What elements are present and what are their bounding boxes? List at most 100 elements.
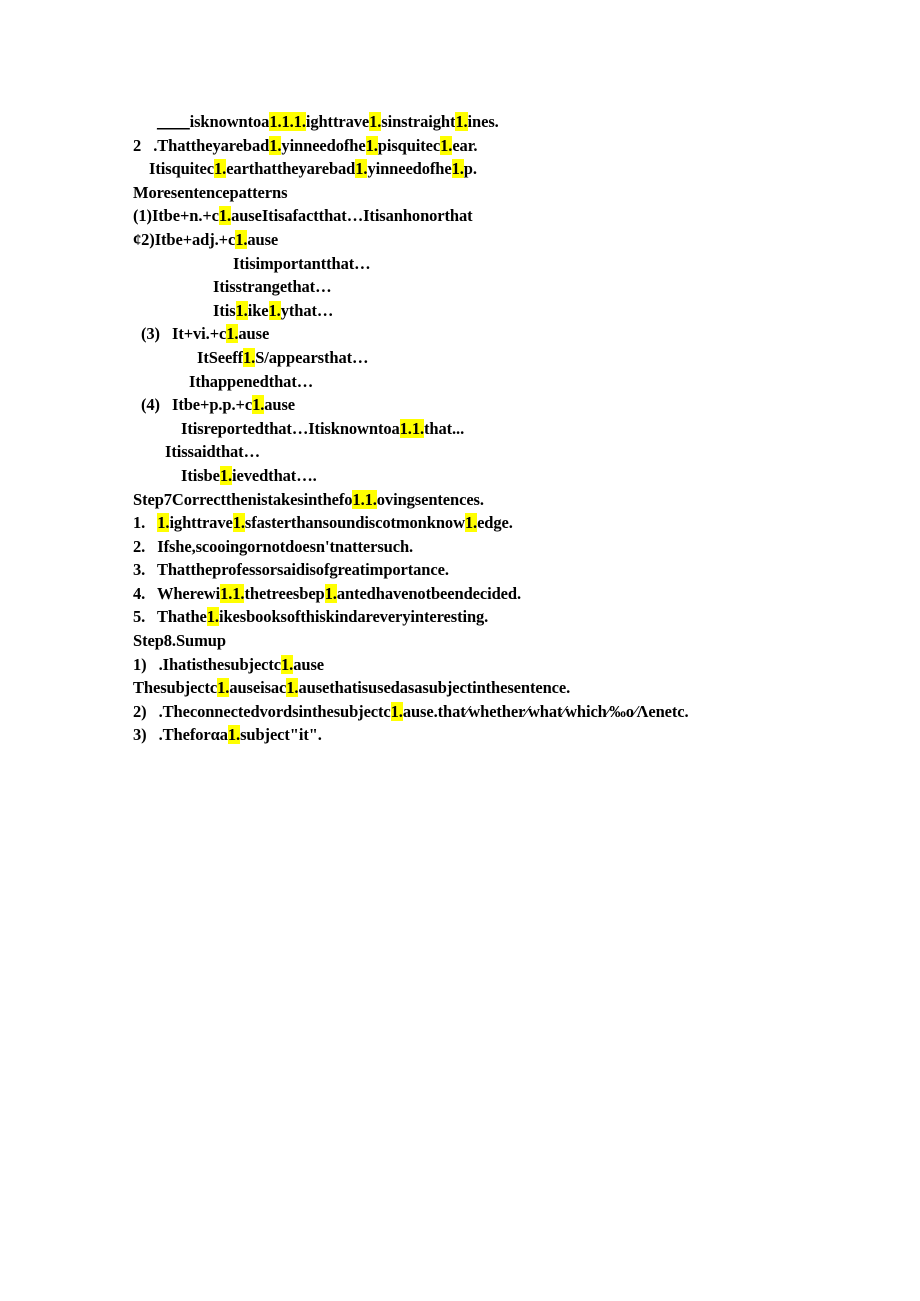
highlighted-text: 1.: [455, 112, 468, 131]
text-line: 5. Thathe1.ikesbooksofthiskindareveryint…: [133, 605, 833, 629]
highlighted-text: 1.: [232, 513, 245, 533]
text-run: Itis: [213, 300, 236, 320]
text-run: Itisimportantthat…: [233, 253, 371, 273]
text-run: yinneedofhe: [367, 159, 452, 179]
text-run: 3) .Theforαa: [133, 725, 228, 745]
highlighted-text: 1.: [227, 725, 241, 745]
text-line: Moresentencepatterns: [133, 181, 833, 205]
highlighted-text: 1.: [269, 135, 282, 155]
highlighted-text: 1.: [324, 583, 337, 603]
text-run: Itisbe: [181, 465, 220, 485]
text-run: 4. Wherewi: [133, 583, 221, 603]
highlighted-text: 1.: [157, 513, 170, 533]
text-line: Itisbe1.ievedthat….: [133, 464, 833, 488]
text-run: auseisac: [229, 678, 287, 698]
highlighted-text: 1.: [390, 701, 403, 721]
text-line: Thesubjectc1.auseisac1.ausethatisusedasa…: [133, 676, 833, 700]
text-run: ause.that⁄whether⁄what⁄which⁄‰o⁄Λenetc.: [402, 701, 689, 721]
text-run: Step8.Sumup: [133, 631, 226, 651]
highlighted-text: 1.1.: [220, 583, 245, 603]
text-run: ovingsentences.: [376, 489, 484, 509]
text-run: ause: [264, 395, 296, 415]
text-run: p.: [463, 159, 477, 179]
highlighted-text: 1.: [214, 159, 227, 179]
text-run: Ithappenedthat…: [189, 371, 314, 391]
text-line: Step7Correctthenistakesinthefo1.1.ovings…: [133, 488, 833, 512]
text-run: ighttrave: [305, 112, 370, 131]
text-run: 1) .Ihatisthesubjectc: [133, 654, 282, 674]
highlighted-text: 1.: [218, 206, 232, 226]
highlighted-text: 1.: [217, 678, 230, 698]
text-line: 2 .Thattheyarebad1.yinneedofhe1.pisquite…: [133, 134, 833, 158]
text-run: sfasterthansoundiscotmonknow: [244, 513, 465, 533]
text-run: antedhavenotbeendecided.: [336, 583, 521, 603]
text-run: 5. Thathe: [133, 607, 207, 627]
text-run: 1.: [133, 513, 158, 533]
text-run: 2. Ifshe,scooingornotdoesn'tnattersuch.: [133, 536, 414, 556]
text-line: 2) .Theconnectedvordsinthesubjectc1.ause…: [133, 700, 833, 724]
highlighted-text: 1.: [286, 678, 299, 698]
text-run: Itissaidthat…: [165, 442, 260, 462]
text-line: Ithappenedthat…: [133, 370, 833, 394]
text-run: Itisreportedthat…Itisknowntoa: [181, 418, 400, 438]
text-run: isknowntoa: [189, 112, 270, 131]
text-run: thetreesbep: [244, 583, 325, 603]
highlighted-text: 1.: [369, 112, 382, 131]
text-run: auseItisafactthat…Itisanhonorthat: [231, 206, 473, 226]
text-line: (3) It+vi.+c1.ause: [133, 322, 833, 346]
text-run: ItSeeff: [197, 347, 244, 367]
text-line: 3. Thattheprofessorsaidisofgreatimportan…: [133, 558, 833, 582]
text-run: pisquitec: [377, 135, 441, 155]
text-run: (3) It+vi.+c: [141, 324, 227, 344]
highlighted-text: 1.: [243, 347, 256, 367]
text-run: ythat…: [280, 300, 334, 320]
text-run: ikesbooksofthiskindareveryinteresting.: [218, 607, 489, 627]
document-page: ____isknowntoa1.1.1.ighttrave1.sinstraig…: [0, 0, 920, 1301]
text-run: sinstraight: [381, 112, 456, 131]
text-run: Moresentencepatterns: [133, 182, 288, 202]
highlighted-text: 1.: [219, 465, 233, 485]
text-run: 2) .Theconnectedvordsinthesubjectc: [133, 701, 391, 721]
text-line: Itis1.ike1.ythat…: [133, 299, 833, 323]
text-line: ¢2)Itbe+adj.+c1.ause: [133, 228, 833, 252]
text-line: 3) .Theforαa1.subject"it".: [133, 723, 833, 747]
text-line: 2. Ifshe,scooingornotdoesn'tnattersuch.: [133, 535, 833, 559]
text-run: ighttrave: [169, 513, 233, 533]
text-line: ItSeeff1.S/appearsthat…: [133, 346, 833, 370]
highlighted-text: 1.: [206, 607, 219, 627]
text-run: S/appearsthat…: [255, 347, 369, 367]
text-line: Itisreportedthat…Itisknowntoa1.1.that...: [133, 417, 833, 441]
text-run: (4) Itbe+p.p.+c: [141, 395, 253, 415]
highlighted-text: 1.: [252, 395, 265, 415]
text-line: 4. Wherewi1.1.thetreesbep1.antedhavenotb…: [133, 582, 833, 606]
text-run: Step7Correctthenistakesinthefo: [133, 489, 353, 509]
text-run: (1)Itbe+n.+c: [133, 206, 219, 226]
text-run: that...: [424, 418, 465, 438]
text-line: (4) Itbe+p.p.+c1.ause: [133, 393, 833, 417]
highlighted-text: 1.: [226, 324, 239, 344]
text-run: ievedthat….: [232, 465, 317, 485]
text-run: Itisstrangethat…: [213, 277, 332, 297]
text-line: Itisstrangethat…: [133, 275, 833, 299]
text-run: Itisquitec: [149, 159, 215, 179]
text-run: ines.: [467, 112, 499, 131]
highlighted-text: 1.: [451, 159, 464, 179]
highlighted-text: 1.: [235, 300, 248, 320]
text-run: 3. Thattheprofessorsaidisofgreatimportan…: [133, 560, 449, 580]
highlighted-text: 1.1.: [399, 418, 425, 438]
text-line: 1) .Ihatisthesubjectc1.ause: [133, 653, 833, 677]
highlighted-text: 1.: [365, 135, 378, 155]
text-line: Itisquitec1.earthattheyarebad1.yinneedof…: [133, 157, 833, 181]
highlighted-text: 1.: [355, 159, 368, 179]
highlighted-text: 1.: [235, 229, 248, 249]
text-run: Thesubjectc: [133, 678, 218, 698]
text-run: ause: [293, 654, 324, 674]
text-run: subject"it".: [240, 725, 322, 745]
text-run: ear.: [452, 135, 478, 155]
text-line: 1. 1.ighttrave1.sfasterthansoundiscotmon…: [133, 511, 833, 535]
highlighted-text: 1.1.: [352, 489, 377, 509]
text-run: ause: [238, 324, 270, 344]
text-run: yinneedofhe: [281, 135, 366, 155]
blank-underline: ____: [157, 112, 190, 131]
text-line: Itisimportantthat…: [133, 252, 833, 276]
